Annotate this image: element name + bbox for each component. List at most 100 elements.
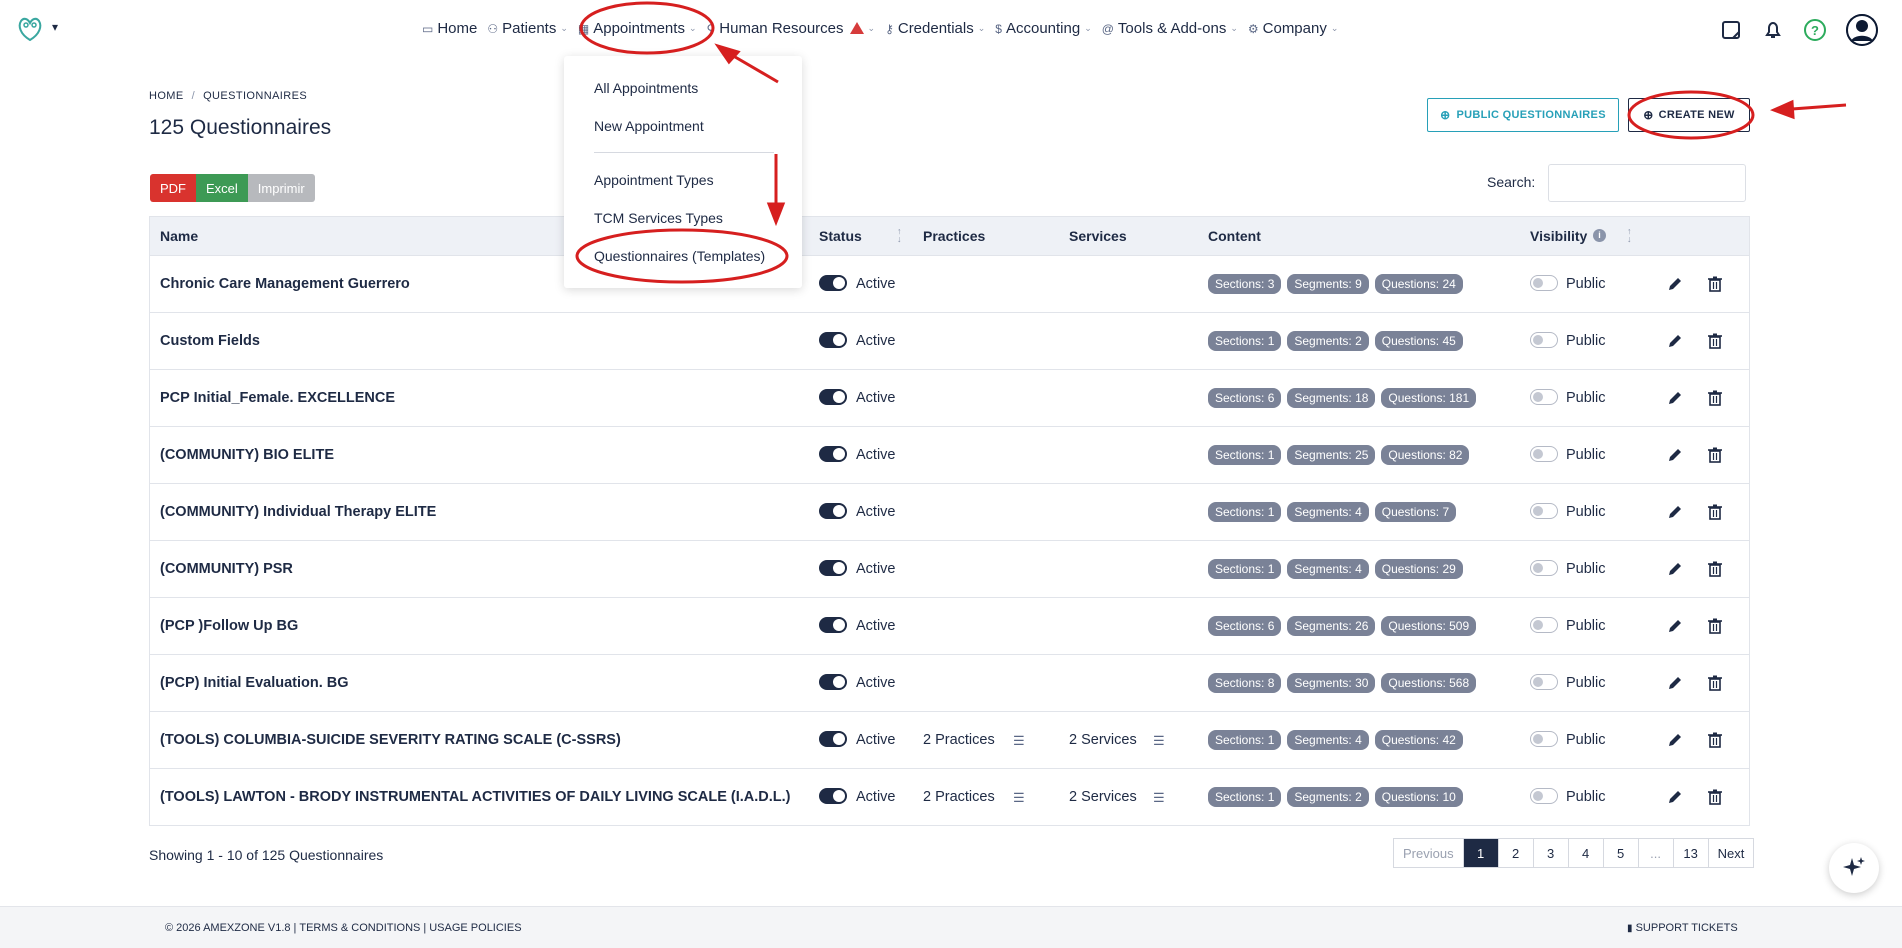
trash-icon[interactable] (1706, 446, 1724, 464)
list-icon[interactable]: ☰ (1153, 733, 1165, 749)
list-icon[interactable]: ☰ (1153, 790, 1165, 806)
questionnaire-name[interactable]: Chronic Care Management Guerrero (160, 276, 410, 292)
questionnaire-name[interactable]: (PCP )Follow Up BG (160, 618, 298, 634)
public-questionnaires-button[interactable]: ⊕ PUBLIC QUESTIONNAIRES (1427, 98, 1619, 132)
info-icon[interactable]: i (1593, 229, 1606, 242)
app-logo-icon[interactable] (16, 16, 44, 42)
prev-page-button[interactable]: Previous (1394, 839, 1464, 867)
visibility-toggle[interactable] (1530, 446, 1558, 462)
logo-chevron-down-icon[interactable]: ▾ (52, 20, 58, 34)
status-toggle[interactable] (819, 389, 847, 405)
page-1-button[interactable]: 1 (1463, 839, 1499, 867)
support-tickets-link[interactable]: ▮ SUPPORT TICKETS (1627, 922, 1738, 934)
trash-icon[interactable] (1706, 731, 1724, 749)
sort-icon[interactable]: ↑ ↓ (897, 227, 902, 244)
nav-company[interactable]: ⚙ Company ⌄ (1248, 20, 1339, 37)
questionnaire-name[interactable]: (TOOLS) COLUMBIA-SUICIDE SEVERITY RATING… (160, 732, 621, 748)
status-toggle[interactable] (819, 788, 847, 804)
edit-icon[interactable] (1666, 332, 1684, 350)
edit-icon[interactable] (1666, 674, 1684, 692)
list-icon[interactable]: ☰ (1013, 733, 1025, 749)
visibility-toggle[interactable] (1530, 560, 1558, 576)
trash-icon[interactable] (1706, 560, 1724, 578)
status-toggle[interactable] (819, 617, 847, 633)
help-icon[interactable]: ? (1804, 19, 1826, 41)
excel-button[interactable]: Excel (196, 174, 248, 202)
visibility-toggle[interactable] (1530, 275, 1558, 291)
page-3-button[interactable]: 3 (1534, 839, 1569, 867)
col-services: Services (1069, 228, 1127, 244)
edit-icon[interactable] (1666, 788, 1684, 806)
nav-appointments[interactable]: ▦ Appointments ⌄ (578, 20, 697, 37)
edit-icon[interactable] (1666, 446, 1684, 464)
trash-icon[interactable] (1706, 389, 1724, 407)
ai-assistant-button[interactable] (1829, 843, 1879, 893)
visibility-toggle[interactable] (1530, 503, 1558, 519)
status-toggle[interactable] (819, 446, 847, 462)
status-toggle[interactable] (819, 275, 847, 291)
sort-icon[interactable]: ↑ ↓ (1627, 227, 1632, 244)
usage-link[interactable]: USAGE POLICIES (429, 922, 521, 934)
questionnaire-name[interactable]: (PCP) Initial Evaluation. BG (160, 675, 349, 691)
list-icon[interactable]: ☰ (1013, 790, 1025, 806)
status-toggle[interactable] (819, 731, 847, 747)
page-2-button[interactable]: 2 (1499, 839, 1534, 867)
nav-patients[interactable]: ⚇ Patients ⌄ (487, 20, 568, 37)
visibility-toggle[interactable] (1530, 332, 1558, 348)
questionnaire-name[interactable]: PCP Initial_Female. EXCELLENCE (160, 390, 395, 406)
bell-icon[interactable] (1762, 19, 1784, 41)
nav-tools[interactable]: @ Tools & Add-ons ⌄ (1102, 20, 1238, 37)
questionnaire-name[interactable]: (TOOLS) LAWTON - BRODY INSTRUMENTAL ACTI… (160, 789, 791, 805)
edit-icon[interactable] (1666, 560, 1684, 578)
pdf-button[interactable]: PDF (150, 174, 196, 202)
questionnaire-name[interactable]: (COMMUNITY) BIO ELITE (160, 447, 334, 463)
status-toggle[interactable] (819, 674, 847, 690)
nav-home[interactable]: ▭ Home (422, 20, 477, 37)
next-page-button[interactable]: Next (1709, 839, 1754, 867)
nav-credentials[interactable]: ⚷ Credentials ⌄ (885, 20, 985, 37)
edit-icon[interactable] (1666, 731, 1684, 749)
trash-icon[interactable] (1706, 503, 1724, 521)
menu-item-questionnaires-templates[interactable]: Questionnaires (Templates) (594, 248, 765, 264)
breadcrumb-home[interactable]: HOME (149, 90, 184, 102)
trash-icon[interactable] (1706, 674, 1724, 692)
menu-item-tcm-services-types[interactable]: TCM Services Types (594, 210, 723, 226)
col-status[interactable]: Status (819, 228, 862, 244)
page-4-button[interactable]: 4 (1569, 839, 1604, 867)
trash-icon[interactable] (1706, 617, 1724, 635)
page-13-button[interactable]: 13 (1674, 839, 1709, 867)
note-icon[interactable] (1720, 19, 1742, 41)
nav-accounting[interactable]: $ Accounting ⌄ (995, 20, 1091, 37)
visibility-toggle[interactable] (1530, 674, 1558, 690)
menu-item-appointment-types[interactable]: Appointment Types (594, 172, 714, 188)
questionnaire-name[interactable]: Custom Fields (160, 333, 260, 349)
visibility-toggle[interactable] (1530, 788, 1558, 804)
col-name[interactable]: Name (160, 228, 198, 244)
menu-item-new-appointment[interactable]: New Appointment (594, 118, 704, 134)
terms-link[interactable]: TERMS & CONDITIONS (299, 922, 420, 934)
questionnaire-name[interactable]: (COMMUNITY) Individual Therapy ELITE (160, 504, 436, 520)
page-5-button[interactable]: 5 (1604, 839, 1639, 867)
print-button[interactable]: Imprimir (247, 174, 315, 202)
visibility-toggle[interactable] (1530, 389, 1558, 405)
menu-item-all-appointments[interactable]: All Appointments (594, 80, 698, 96)
trash-icon[interactable] (1706, 275, 1724, 293)
edit-icon[interactable] (1666, 275, 1684, 293)
edit-icon[interactable] (1666, 503, 1684, 521)
search-input[interactable] (1548, 164, 1746, 202)
trash-icon[interactable] (1706, 332, 1724, 350)
create-new-button[interactable]: ⊕ CREATE NEW (1628, 98, 1750, 132)
edit-icon[interactable] (1666, 389, 1684, 407)
edit-icon[interactable] (1666, 617, 1684, 635)
avatar[interactable] (1846, 14, 1878, 46)
questionnaire-name[interactable]: (COMMUNITY) PSR (160, 561, 293, 577)
status-toggle[interactable] (819, 503, 847, 519)
nav-human-resources[interactable]: ⚲ Human Resources ⌄ (707, 20, 876, 37)
content-badges: Sections: 1 Segments: 4 Questions: 29 (1208, 559, 1463, 579)
trash-icon[interactable] (1706, 788, 1724, 806)
visibility-toggle[interactable] (1530, 731, 1558, 747)
status-toggle[interactable] (819, 332, 847, 348)
visibility-toggle[interactable] (1530, 617, 1558, 633)
col-visibility[interactable]: Visibility (1530, 228, 1587, 244)
status-toggle[interactable] (819, 560, 847, 576)
